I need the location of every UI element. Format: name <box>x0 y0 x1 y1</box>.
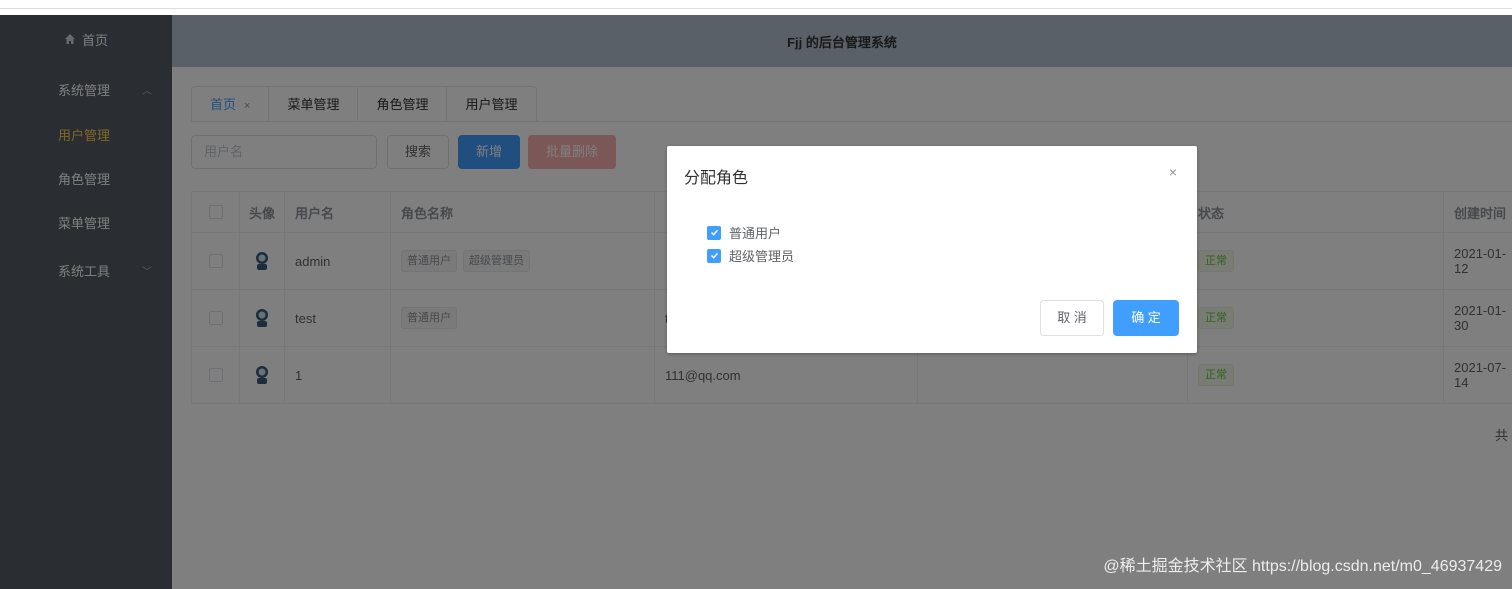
role-option-super-admin[interactable]: 超级管理员 <box>707 246 794 265</box>
confirm-button[interactable]: 确 定 <box>1113 300 1179 336</box>
role-option-normal-user[interactable]: 普通用户 <box>707 223 781 242</box>
checkbox-checked-icon[interactable] <box>707 225 721 240</box>
checkbox-checked-icon[interactable] <box>707 248 721 263</box>
close-icon[interactable]: × <box>1169 164 1177 180</box>
role-option-label: 超级管理员 <box>729 249 795 264</box>
dialog-title: 分配角色 <box>684 170 749 187</box>
role-option-label: 普通用户 <box>729 226 782 241</box>
watermark: @稀土掘金技术社区 https://blog.csdn.net/m0_46937… <box>1103 558 1502 575</box>
cancel-button[interactable]: 取 消 <box>1040 300 1104 336</box>
window-top-strip <box>0 0 1512 9</box>
assign-role-dialog: 分配角色 × 普通用户 超级管理员 取 消 确 定 <box>667 146 1197 353</box>
